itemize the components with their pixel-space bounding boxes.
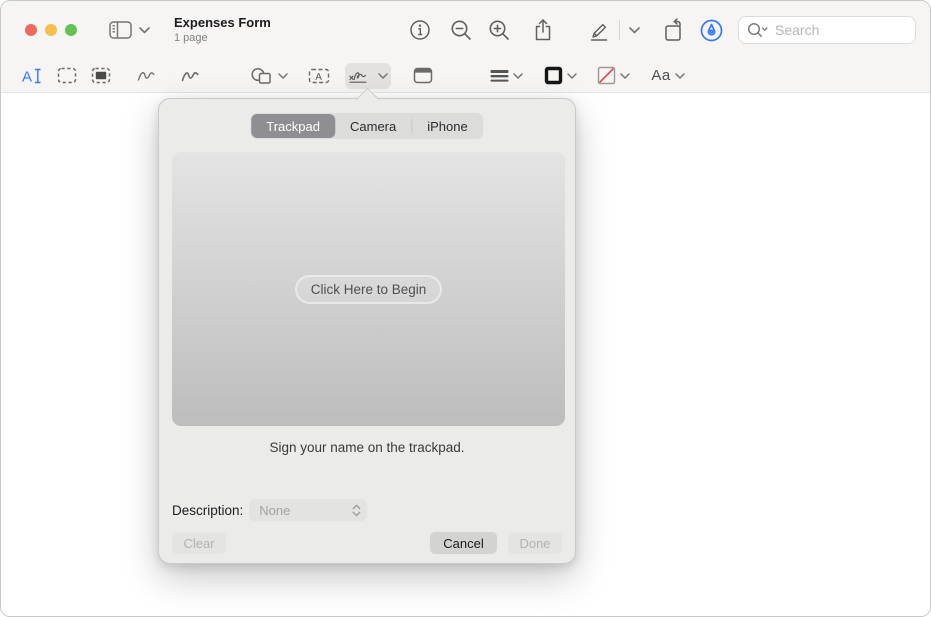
text-selection-tool[interactable]: A	[20, 63, 44, 89]
highlight-button[interactable]	[587, 16, 611, 44]
line-style-icon	[490, 69, 509, 83]
highlight-pen-icon	[587, 19, 611, 42]
sketch-tool[interactable]	[135, 63, 159, 89]
draw-icon	[181, 68, 201, 83]
signature-popover: Trackpad Camera iPhone Click Here to Beg…	[158, 98, 576, 564]
search-input[interactable]	[775, 22, 895, 38]
chevron-down-icon	[566, 72, 577, 79]
rotate-button[interactable]	[662, 16, 686, 44]
note-tool[interactable]	[411, 63, 435, 89]
description-dropdown[interactable]: None	[249, 499, 368, 521]
border-color-tool[interactable]	[538, 63, 582, 89]
text-select-icon: A	[21, 67, 43, 85]
page-count: 1 page	[174, 31, 208, 44]
shapes-icon	[250, 67, 274, 85]
signature-tool[interactable]	[345, 62, 391, 89]
search-field[interactable]	[738, 16, 916, 44]
chevron-down-icon	[674, 72, 685, 79]
page-title: Expenses Form	[174, 14, 271, 30]
fill-color-icon	[597, 66, 616, 85]
redact-tool[interactable]	[89, 63, 113, 89]
titlebar: Expenses Form 1 page	[1, 1, 930, 59]
signature-instructions: Sign your name on the trackpad.	[269, 440, 465, 455]
zoom-out-button[interactable]	[449, 16, 473, 44]
note-icon	[413, 67, 433, 84]
chevron-down-icon	[139, 26, 150, 34]
zoom-in-icon	[488, 19, 511, 42]
document-title-block: Expenses Form 1 page	[174, 14, 271, 45]
rect-select-icon	[57, 67, 77, 84]
fill-color-tool[interactable]	[591, 63, 635, 89]
border-color-icon	[544, 66, 563, 85]
popover-actions: Clear Cancel Done	[172, 532, 562, 554]
description-row: Description: None	[172, 499, 368, 521]
traffic-lights	[25, 24, 77, 36]
chevron-down-icon	[628, 26, 640, 34]
redact-icon	[91, 67, 111, 84]
shape-style-tool[interactable]	[484, 63, 528, 89]
chevron-down-icon	[378, 72, 388, 79]
zoom-window-icon[interactable]	[65, 24, 77, 36]
markup-toolbar: A A Aa	[1, 59, 930, 93]
description-value: None	[259, 502, 291, 518]
draw-tool[interactable]	[179, 63, 203, 89]
svg-text:A: A	[22, 68, 32, 85]
clear-button[interactable]: Clear	[172, 532, 226, 554]
text-box-icon: A	[308, 68, 330, 84]
info-icon	[409, 19, 431, 41]
signature-capture-area[interactable]: Click Here to Begin	[172, 152, 565, 426]
search-icon	[747, 22, 769, 38]
titlebar-actions	[408, 1, 916, 59]
markup-pen-icon	[699, 18, 724, 43]
cancel-button[interactable]: Cancel	[430, 532, 497, 554]
toolbar-separator	[619, 20, 620, 40]
sidebar-icon	[109, 21, 132, 39]
close-icon[interactable]	[25, 24, 37, 36]
zoom-in-button[interactable]	[487, 16, 511, 44]
shapes-tool[interactable]	[247, 63, 291, 89]
svg-text:A: A	[315, 71, 322, 82]
signature-icon	[348, 67, 374, 84]
share-icon	[533, 18, 553, 42]
chevron-down-icon	[619, 72, 630, 79]
stepper-icon	[352, 504, 361, 517]
tab-camera[interactable]: Camera	[335, 114, 411, 138]
tab-trackpad[interactable]: Trackpad	[251, 114, 335, 138]
text-style-tool[interactable]: Aa	[646, 63, 690, 89]
rotate-icon	[662, 18, 686, 42]
preview-window: Expenses Form 1 page Search A A Aa Track…	[0, 0, 931, 617]
text-style-label: Aa	[651, 67, 671, 84]
chevron-down-icon	[512, 72, 523, 79]
description-label: Description:	[172, 502, 244, 518]
markup-toolbar-button[interactable]	[699, 16, 723, 44]
done-button[interactable]: Done	[508, 532, 562, 554]
sketch-icon	[137, 68, 157, 83]
minimize-icon[interactable]	[45, 24, 57, 36]
highlight-menu-button[interactable]	[626, 16, 642, 44]
rect-selection-tool[interactable]	[55, 63, 79, 89]
info-button[interactable]	[408, 16, 432, 44]
tab-iphone[interactable]: iPhone	[412, 114, 482, 138]
share-button[interactable]	[531, 16, 555, 44]
text-box-tool[interactable]: A	[307, 63, 331, 89]
sidebar-toggle-button[interactable]	[109, 21, 150, 39]
zoom-out-icon	[450, 19, 473, 42]
signature-source-segmented-control: Trackpad Camera iPhone	[250, 113, 484, 139]
chevron-down-icon	[278, 72, 288, 79]
begin-signature-button[interactable]: Click Here to Begin	[294, 274, 443, 304]
